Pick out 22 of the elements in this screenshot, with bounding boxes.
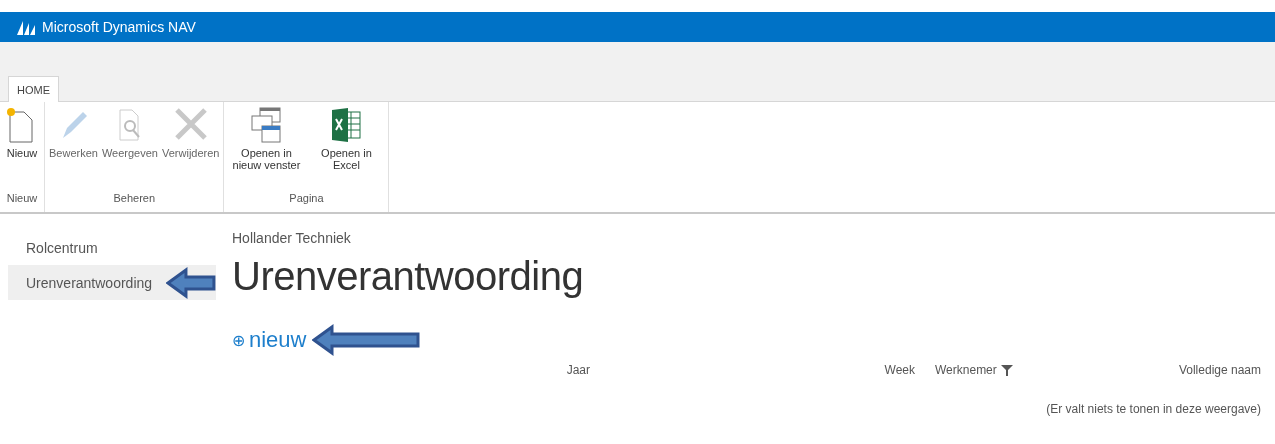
column-header[interactable]: Volledige naam [1178,363,1261,377]
new-link[interactable]: ⊕ nieuw [232,327,307,353]
filter-icon [1000,364,1013,376]
ribbon-button[interactable]: Openen in nieuw venster [226,106,307,192]
page-title: Urenverantwoording [232,254,585,300]
logo-icon [16,19,36,35]
sidebar-item[interactable]: Rolcentrum [8,230,216,265]
arrow-icon [312,324,421,356]
company-name: Hollander Techniek [232,230,352,248]
sidebar-item[interactable]: Urenverantwoording [8,265,216,300]
ribbon-tab[interactable]: HOME [8,76,59,102]
ribbon-button[interactable]: Openen in Excel [306,106,387,192]
group-label: Beheren [112,192,157,206]
column-header[interactable]: Jaar [566,363,590,377]
empty-message: (Er valt niets te tonen in deze weergave) [1046,402,1261,416]
group-label: Pagina [288,192,325,206]
group-label: Nieuw [5,192,39,206]
ribbon-button[interactable]: Nieuw [2,106,42,192]
arrow-icon [166,266,216,299]
app-title: Microsoft Dynamics NAV [42,19,196,35]
column-header[interactable]: Werknemer [935,363,1013,377]
column-header[interactable]: Week [884,363,915,377]
